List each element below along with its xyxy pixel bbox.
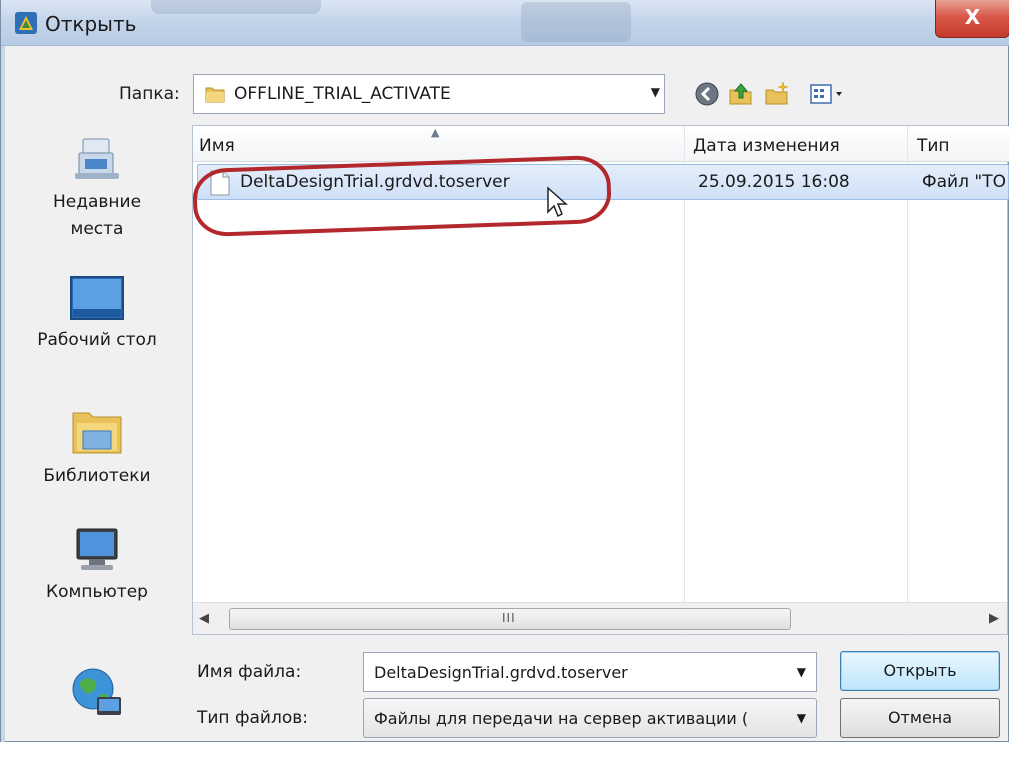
place-label: места (70, 219, 124, 239)
column-divider (684, 126, 685, 636)
horizontal-scrollbar[interactable]: ◀ III ▶ (193, 602, 1007, 634)
open-file-dialog: Открыть X Папка: OFFLINE_TRIAL_ACTIVATE … (0, 0, 1009, 742)
folder-combobox[interactable]: OFFLINE_TRIAL_ACTIVATE ▼ (193, 74, 665, 114)
place-network[interactable] (15, 665, 179, 727)
scroll-left-arrow-icon[interactable]: ◀ (199, 611, 209, 626)
new-folder-icon[interactable] (763, 80, 791, 108)
scroll-right-arrow-icon[interactable]: ▶ (989, 611, 999, 626)
window-left-edge (1, 46, 5, 742)
view-menu-icon[interactable] (809, 80, 849, 108)
place-label: Недавние (52, 192, 142, 212)
chevron-down-icon[interactable]: ▼ (797, 665, 806, 679)
network-icon (72, 668, 121, 715)
list-header: Имя ▲ Дата изменения Тип (193, 126, 1009, 162)
column-header-date[interactable]: Дата изменения (687, 126, 909, 162)
column-header-type[interactable]: Тип (911, 126, 1009, 162)
filetype-select[interactable]: Файлы для передачи на сервер активации (… (363, 698, 817, 738)
current-folder-name: OFFLINE_TRIAL_ACTIVATE (234, 84, 451, 104)
place-label: Библиотеки (43, 466, 151, 486)
scrollbar-thumb[interactable]: III (229, 608, 791, 630)
filetype-label: Тип файлов: (197, 708, 308, 728)
desktop-icon (70, 276, 124, 320)
filetype-value: Файлы для передачи на сервер активации ( (374, 709, 749, 728)
background-blur (521, 2, 631, 42)
places-bar: Недавние места Рабочий стол Библиотеки К… (15, 125, 179, 740)
background-blur (151, 0, 321, 14)
place-desktop[interactable]: Рабочий стол (15, 275, 179, 354)
folder-label: Папка: (119, 84, 180, 104)
chevron-down-icon[interactable]: ▼ (651, 85, 660, 99)
computer-icon (76, 528, 118, 570)
column-divider (907, 126, 908, 636)
filename-value[interactable]: DeltaDesignTrial.grdvd.toserver (374, 663, 628, 682)
scroll-grip: III (502, 611, 516, 625)
open-button[interactable]: Открыть (840, 651, 1000, 691)
filename-label: Имя файла: (197, 662, 302, 682)
file-date: 25.09.2015 16:08 (698, 172, 850, 192)
back-icon[interactable] (693, 80, 721, 108)
chevron-down-icon[interactable]: ▼ (797, 711, 806, 725)
mouse-cursor-icon (547, 186, 568, 218)
place-libraries[interactable]: Библиотеки (15, 405, 179, 490)
place-recent[interactable]: Недавние места (15, 135, 179, 243)
place-label: Компьютер (46, 582, 148, 602)
app-icon (15, 12, 37, 34)
up-folder-icon[interactable] (727, 80, 755, 108)
window-title: Открыть (45, 12, 137, 36)
place-computer[interactable]: Компьютер (15, 525, 179, 606)
file-type: Файл "TO (922, 172, 1006, 192)
libraries-icon (72, 412, 122, 454)
close-button[interactable]: X (935, 0, 1009, 38)
folder-icon (205, 87, 225, 103)
recent-places-icon (75, 138, 119, 179)
sort-ascending-icon: ▲ (431, 126, 440, 139)
place-label: Рабочий стол (37, 330, 157, 350)
cancel-button[interactable]: Отмена (840, 698, 1000, 738)
filename-input[interactable]: DeltaDesignTrial.grdvd.toserver ▼ (363, 652, 817, 692)
title-bar[interactable]: Открыть X (1, 0, 1009, 46)
